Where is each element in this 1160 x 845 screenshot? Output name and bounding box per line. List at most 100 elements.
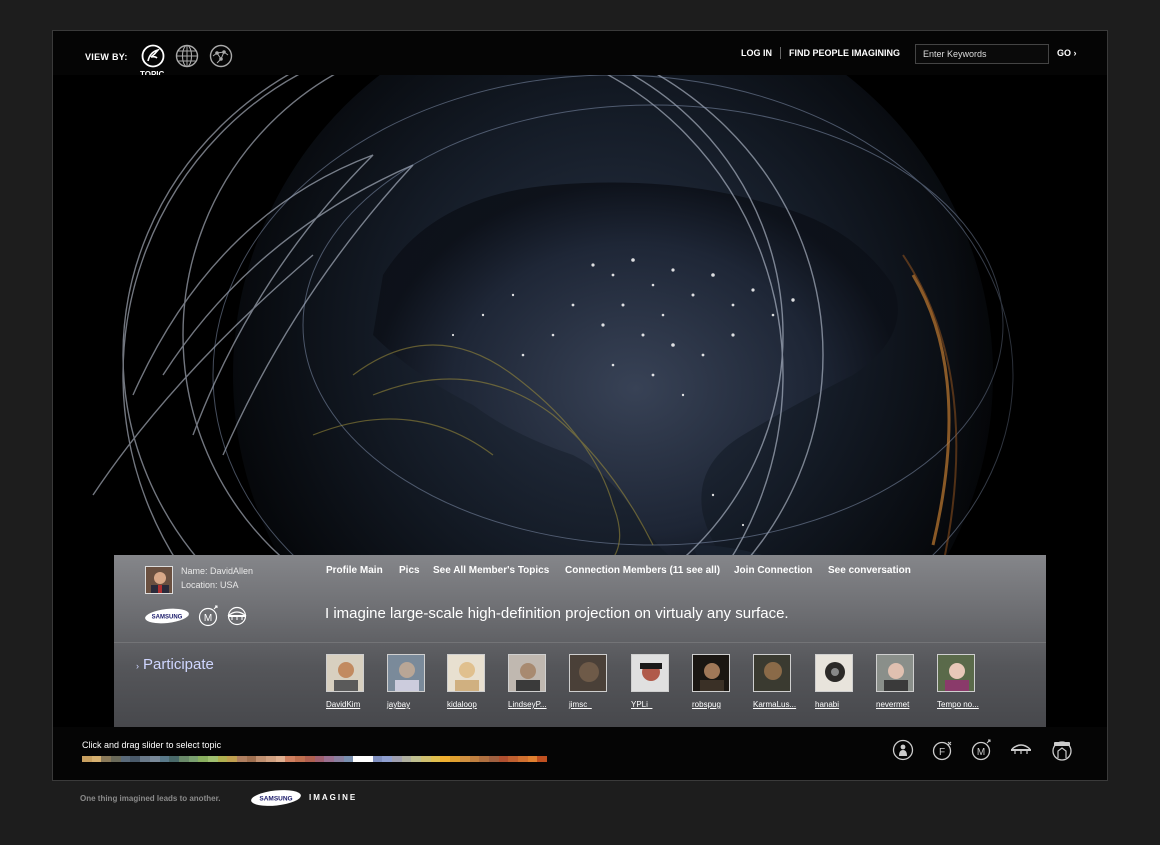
slider-segment[interactable] xyxy=(130,756,141,762)
profile-main-link[interactable]: Profile Main xyxy=(326,565,383,576)
slider-segment[interactable] xyxy=(82,756,92,762)
slider-segment[interactable] xyxy=(266,756,276,762)
member-avatar[interactable] xyxy=(692,654,730,692)
slider-segment[interactable] xyxy=(101,756,112,762)
member-item[interactable]: jaybay xyxy=(387,654,447,709)
slider-segment[interactable] xyxy=(111,756,121,762)
slider-segment[interactable] xyxy=(169,756,179,762)
slider-segment[interactable] xyxy=(411,756,422,762)
member-topics-link[interactable]: See All Member's Topics xyxy=(433,565,549,576)
slider-segment[interactable] xyxy=(178,756,189,762)
topic-view-icon[interactable] xyxy=(141,44,165,68)
member-avatar[interactable] xyxy=(326,654,364,692)
slider-segment[interactable] xyxy=(217,756,228,762)
slider-segment[interactable] xyxy=(343,756,354,762)
member-name[interactable]: nevermet xyxy=(876,700,936,709)
member-item[interactable]: kidaloop xyxy=(447,654,507,709)
slider-segment[interactable] xyxy=(207,756,218,762)
topic-color-slider[interactable] xyxy=(82,756,547,762)
slider-segment[interactable] xyxy=(440,756,451,762)
m-circle-icon[interactable]: M xyxy=(971,739,993,761)
slider-segment[interactable] xyxy=(450,756,460,762)
member-name[interactable]: Tempo no... xyxy=(937,700,997,709)
f-circle-icon[interactable]: F xyxy=(932,739,954,761)
slider-segment[interactable] xyxy=(333,756,344,762)
slider-segment[interactable] xyxy=(149,756,160,762)
slider-segment[interactable] xyxy=(479,756,489,762)
member-avatar[interactable] xyxy=(387,654,425,692)
member-name[interactable]: robspug xyxy=(692,700,752,709)
participate-link[interactable]: Participate xyxy=(143,656,214,673)
slider-segment[interactable] xyxy=(362,756,373,762)
slider-segment[interactable] xyxy=(304,756,315,762)
slider-segment[interactable] xyxy=(392,756,402,762)
slider-segment[interactable] xyxy=(275,756,286,762)
member-item[interactable]: hanabi xyxy=(815,654,875,709)
person-icon[interactable] xyxy=(892,739,914,761)
go-button[interactable]: GO › xyxy=(1057,48,1077,58)
member-name[interactable]: kidaloop xyxy=(447,700,507,709)
slider-segment[interactable] xyxy=(459,756,470,762)
slider-segment[interactable] xyxy=(382,756,392,762)
member-name[interactable]: DavidKim xyxy=(326,700,386,709)
member-avatar[interactable] xyxy=(447,654,485,692)
slider-segment[interactable] xyxy=(256,756,267,762)
connection-members-link[interactable]: Connection Members (11 see all) xyxy=(565,565,720,576)
member-item[interactable]: LindseyP... xyxy=(508,654,568,709)
member-name[interactable]: YPLi_ xyxy=(631,700,691,709)
member-item[interactable]: DavidKim xyxy=(326,654,386,709)
member-name[interactable]: LindseyP... xyxy=(508,700,568,709)
member-avatar[interactable] xyxy=(876,654,914,692)
slider-segment[interactable] xyxy=(527,756,538,762)
slider-segment[interactable] xyxy=(353,756,363,762)
slider-segment[interactable] xyxy=(401,756,412,762)
globe-view-icon[interactable] xyxy=(175,44,199,68)
login-link[interactable]: LOG IN xyxy=(741,48,772,58)
slider-segment[interactable] xyxy=(372,756,383,762)
member-avatar[interactable] xyxy=(753,654,791,692)
member-avatar[interactable] xyxy=(815,654,853,692)
slider-segment[interactable] xyxy=(295,756,305,762)
slider-segment[interactable] xyxy=(324,756,334,762)
member-name[interactable]: hanabi xyxy=(815,700,875,709)
slider-segment[interactable] xyxy=(91,756,102,762)
member-item[interactable]: robspug xyxy=(692,654,752,709)
member-avatar[interactable] xyxy=(937,654,975,692)
member-item[interactable]: YPLi_ xyxy=(631,654,691,709)
slider-segment[interactable] xyxy=(508,756,518,762)
member-name[interactable]: KarmaLus... xyxy=(753,700,813,709)
find-people-link[interactable]: FIND PEOPLE IMAGINING xyxy=(789,48,900,58)
slider-segment[interactable] xyxy=(517,756,528,762)
slider-segment[interactable] xyxy=(285,756,296,762)
slider-segment[interactable] xyxy=(188,756,199,762)
slider-segment[interactable] xyxy=(421,756,431,762)
slider-segment[interactable] xyxy=(227,756,237,762)
bridge-icon[interactable] xyxy=(226,605,248,627)
join-connection-link[interactable]: Join Connection xyxy=(734,565,812,576)
slider-segment[interactable] xyxy=(237,756,247,762)
member-item[interactable]: Tempo no... xyxy=(937,654,997,709)
member-avatar[interactable] xyxy=(508,654,546,692)
slider-segment[interactable] xyxy=(198,756,208,762)
slider-segment[interactable] xyxy=(314,756,325,762)
slider-segment[interactable] xyxy=(498,756,509,762)
slider-segment[interactable] xyxy=(469,756,480,762)
member-name[interactable]: jaybay xyxy=(387,700,447,709)
slider-segment[interactable] xyxy=(120,756,131,762)
slider-segment[interactable] xyxy=(430,756,441,762)
bridge-icon[interactable] xyxy=(1010,739,1032,761)
member-avatar[interactable] xyxy=(631,654,669,692)
house-icon[interactable] xyxy=(1051,739,1073,761)
member-avatar[interactable] xyxy=(569,654,607,692)
slider-segment[interactable] xyxy=(488,756,499,762)
member-name[interactable]: jimsc_ xyxy=(569,700,629,709)
member-item[interactable]: KarmaLus... xyxy=(753,654,813,709)
network-view-icon[interactable] xyxy=(209,44,233,68)
slider-segment[interactable] xyxy=(246,756,257,762)
see-conversation-link[interactable]: See conversation xyxy=(828,565,911,576)
slider-segment[interactable] xyxy=(537,756,547,762)
member-item[interactable]: jimsc_ xyxy=(569,654,629,709)
pics-link[interactable]: Pics xyxy=(399,565,420,576)
member-item[interactable]: nevermet xyxy=(876,654,936,709)
slider-segment[interactable] xyxy=(140,756,150,762)
